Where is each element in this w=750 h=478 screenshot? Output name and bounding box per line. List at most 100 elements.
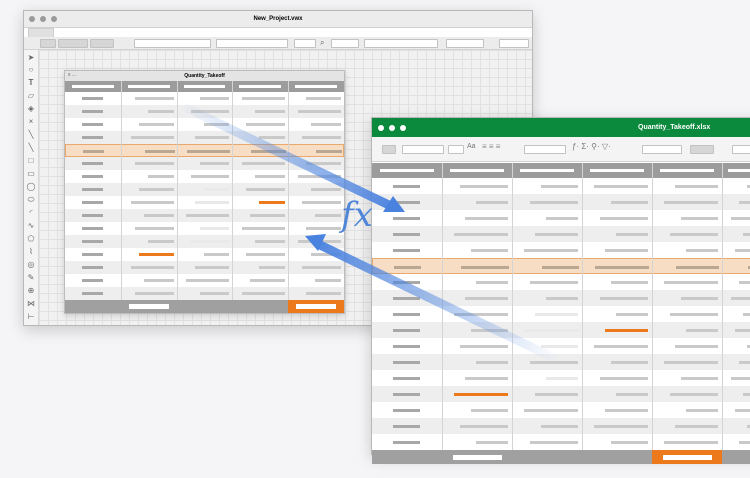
table-row[interactable] [65,235,344,248]
table-row[interactable] [372,338,750,354]
eraser-icon[interactable]: ▱ [26,91,36,101]
style-dropdown[interactable] [642,145,682,154]
table-row[interactable] [65,261,344,274]
excel-minimize-dot-icon[interactable] [389,124,395,131]
table-cell [190,175,229,178]
rect-tool-icon[interactable]: □ [26,156,36,166]
table-row[interactable] [65,222,344,235]
table-cell [81,110,104,113]
zoom-field[interactable] [294,39,316,48]
arc-tool-icon[interactable]: ◜ [26,208,36,218]
total-cell [442,450,512,464]
number-format-dropdown[interactable] [524,145,566,154]
table-row[interactable] [372,370,750,386]
table-cell [742,392,750,396]
table-cell [738,440,750,444]
table-row[interactable] [65,248,344,261]
text-tool-icon[interactable]: T [26,78,36,88]
layer-dropdown[interactable] [216,39,288,48]
view-dropdown[interactable] [364,39,438,48]
insert-buttons[interactable] [690,145,714,154]
table-row[interactable] [65,287,344,300]
table-cell [199,227,229,230]
font-icon[interactable]: Aa [467,143,476,150]
class-dropdown[interactable] [134,39,211,48]
table-row[interactable] [372,210,750,226]
table-cell [675,344,718,348]
render-dropdown[interactable] [446,39,484,48]
table-row[interactable] [372,194,750,210]
cross-tool-icon[interactable]: × [26,117,36,127]
fx-link-symbol: fx [341,195,373,235]
mirror-tool-icon[interactable]: ⋈ [26,299,36,309]
table-row[interactable] [65,144,344,157]
sum-icon[interactable]: ƒ· Σ· ⚲· ▽· [572,142,611,151]
draw-buttons[interactable] [58,39,88,48]
table-row[interactable] [65,118,344,131]
freehand-tool-icon[interactable]: ✎ [26,273,36,283]
table-cell [81,162,104,165]
search-icon[interactable]: ⌕ [320,38,324,48]
snap-buttons[interactable] [90,39,114,48]
line-tool-icon[interactable]: ╲ [26,130,36,140]
options-dropdown[interactable] [499,39,529,48]
pan-icon[interactable]: ○ [26,65,36,75]
table-row[interactable] [65,196,344,209]
excel-close-dot-icon[interactable] [378,124,384,131]
sheet-options[interactable] [732,145,750,154]
table-row[interactable] [65,183,344,196]
worksheet-grid[interactable] [65,81,344,313]
rect2-tool-icon[interactable]: ▭ [26,169,36,179]
table-cell [599,376,648,380]
table-row[interactable] [65,170,344,183]
total-cell [121,300,177,313]
view-buttons[interactable] [40,39,56,48]
table-row[interactable] [372,322,750,338]
table-row[interactable] [65,157,344,170]
table-row[interactable] [372,258,750,274]
polyline-tool-icon[interactable]: ⌇ [26,247,36,257]
excel-grid[interactable] [372,163,750,464]
table-row[interactable] [372,274,750,290]
select-arrow-icon[interactable]: ➤ [26,53,36,63]
table-row[interactable] [372,290,750,306]
excel-zoom-dot-icon[interactable] [400,124,406,131]
align-icon[interactable]: ≡ ≡ ≡ [482,142,500,151]
table-row[interactable] [65,105,344,118]
table-row[interactable] [372,226,750,242]
table-row[interactable] [372,242,750,258]
table-cell [148,240,174,243]
bucket-icon[interactable]: ◈ [26,104,36,114]
header-cell [294,85,338,88]
table-row[interactable] [65,209,344,222]
table-row[interactable] [372,434,750,450]
curve-tool-icon[interactable]: ∿ [26,221,36,231]
total-value [296,304,336,309]
dim-tool-icon[interactable]: ⊢ [26,312,36,322]
diag-tool-icon[interactable]: ╲ [26,143,36,153]
table-row[interactable] [372,402,750,418]
header-cell [450,169,504,172]
target-tool-icon[interactable]: ⊕ [26,286,36,296]
search-field[interactable] [331,39,359,48]
table-row[interactable] [372,354,750,370]
spiral-tool-icon[interactable]: ◎ [26,260,36,270]
table-row[interactable] [372,178,750,194]
table-row[interactable] [65,131,344,144]
table-row[interactable] [372,386,750,402]
table-cell [195,136,229,139]
oval-tool-icon[interactable]: ⬭ [26,195,36,205]
embedded-worksheet[interactable]: x ... Quantity_Takeoff [64,70,345,314]
table-cell [246,123,285,126]
table-row[interactable] [372,418,750,434]
table-cell [599,296,648,300]
table-row[interactable] [372,306,750,322]
size-dropdown[interactable] [448,145,464,154]
table-cell [393,216,420,220]
paste-button[interactable] [382,145,396,154]
table-row[interactable] [65,92,344,105]
polygon-tool-icon[interactable]: ⬠ [26,234,36,244]
table-row[interactable] [65,274,344,287]
font-dropdown[interactable] [402,145,444,154]
circle-tool-icon[interactable]: ◯ [26,182,36,192]
